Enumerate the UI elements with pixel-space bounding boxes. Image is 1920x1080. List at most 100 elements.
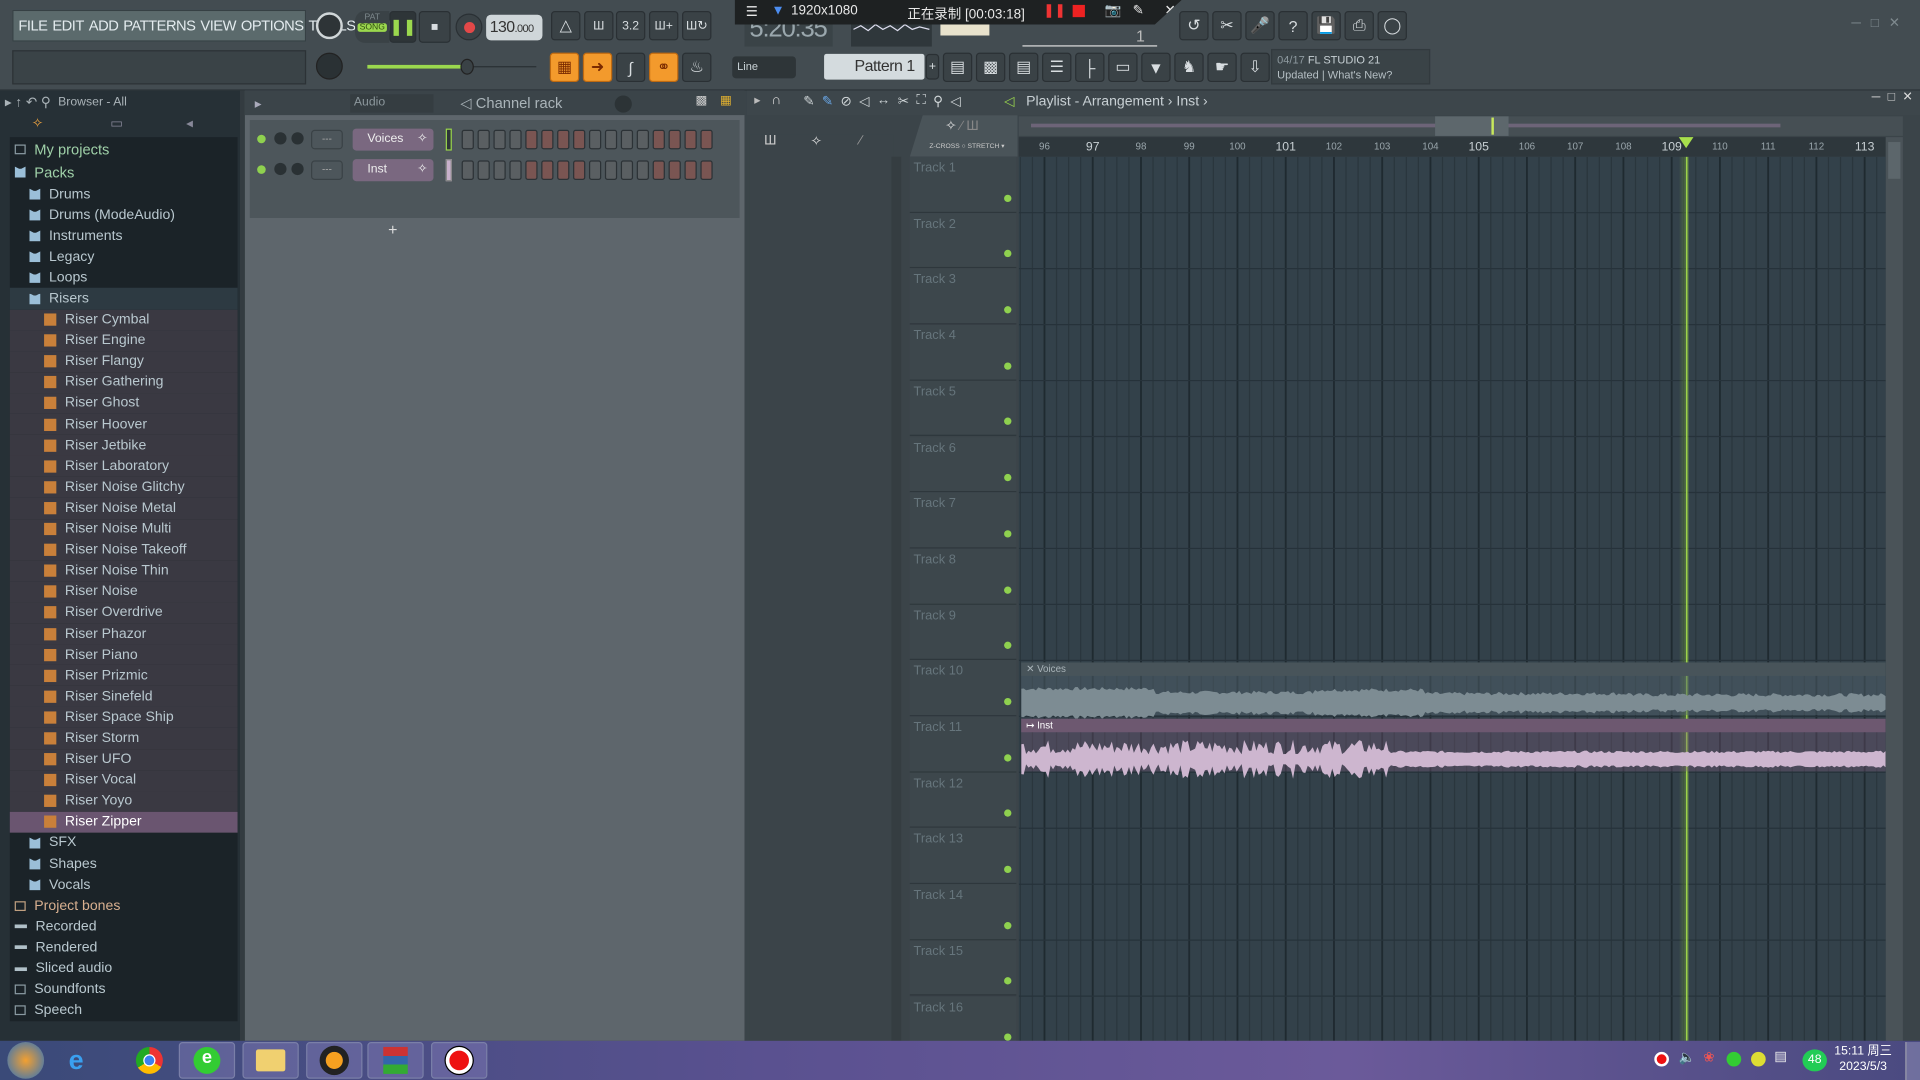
step-button[interactable] <box>525 129 538 150</box>
track-header[interactable]: Track 3 <box>909 268 1017 325</box>
select-tool-icon[interactable]: ⛶ <box>916 93 925 109</box>
track-header[interactable]: Track 13 <box>909 828 1017 885</box>
menu-add[interactable]: ADD <box>89 17 119 34</box>
browser-item[interactable]: Riser Noise Takeoff <box>9 539 238 561</box>
step-view-icon[interactable]: ▦ <box>720 94 732 107</box>
step-button[interactable] <box>604 160 618 181</box>
step-button[interactable] <box>636 129 649 150</box>
track-header[interactable]: Track 8 <box>909 548 1017 605</box>
typing-keyboard-icon[interactable]: ▦ <box>549 52 580 83</box>
browser-item[interactable]: Riser UFO <box>9 748 238 770</box>
chat-icon[interactable]: ◯ <box>1377 11 1407 41</box>
menu-patterns[interactable]: PATTERNS <box>123 17 196 34</box>
browser-item[interactable]: Instruments <box>10 226 238 247</box>
step-button[interactable] <box>604 129 618 150</box>
step-button[interactable] <box>620 160 634 181</box>
track-mute-led[interactable] <box>1004 865 1012 874</box>
step-button[interactable] <box>588 160 602 181</box>
undo-icon[interactable]: ↺ <box>1179 11 1209 41</box>
track-mute-led[interactable] <box>1004 530 1012 538</box>
knob-icon[interactable]: ♨ <box>682 52 712 83</box>
vertical-scrollbar[interactable] <box>1885 137 1903 1041</box>
taskbar-explorer[interactable] <box>242 1042 299 1079</box>
help-icon[interactable]: ? <box>1278 11 1308 41</box>
clip-voices[interactable]: ✕ Voices <box>1021 662 1886 720</box>
magnet-icon[interactable]: ∩ <box>771 93 781 108</box>
tray-badge[interactable]: 48 <box>1802 1049 1827 1072</box>
step-edit-icon[interactable]: Ш+ <box>648 11 679 41</box>
step-button[interactable] <box>557 160 570 181</box>
channel-rack-icon[interactable]: ▤ <box>1008 52 1039 83</box>
up-arrow-icon[interactable]: ▸ ↑ ↶ ⚲ <box>5 94 51 110</box>
playlist-window-controls[interactable]: ─□✕ <box>1872 91 1920 104</box>
playback-tool-icon[interactable]: ◁ <box>950 93 960 109</box>
step-button[interactable] <box>477 129 490 150</box>
start-button[interactable] <box>7 1042 45 1079</box>
browser-icon[interactable]: ├ <box>1075 52 1105 83</box>
step-button[interactable] <box>652 160 665 181</box>
step-button[interactable] <box>477 160 490 181</box>
menu-edit[interactable]: EDIT <box>52 17 84 34</box>
document-icon[interactable]: ▭ <box>110 115 123 131</box>
browser-item[interactable]: Riser Overdrive <box>9 602 238 624</box>
track-mute-led[interactable] <box>1004 250 1012 258</box>
channel-volume-knob[interactable] <box>291 162 304 176</box>
piano-roll-icon[interactable]: ▩ <box>975 52 1006 83</box>
project-icon[interactable]: ▭ <box>1108 52 1138 83</box>
pattern-selector[interactable]: Pattern 1 <box>824 53 925 80</box>
browser-item[interactable]: Risers <box>9 288 238 310</box>
browser-item[interactable]: Drums (ModeAudio) <box>10 205 238 226</box>
step-button[interactable] <box>493 160 506 181</box>
channel-filter-select[interactable]: Audio <box>350 94 434 113</box>
browser-item[interactable]: My projects <box>10 137 238 160</box>
channel-button-inst[interactable]: Inst ✧ <box>352 159 434 182</box>
browser-item[interactable]: Rendered <box>10 937 238 958</box>
track-mute-led[interactable] <box>1004 474 1012 482</box>
track-mute-led[interactable] <box>1004 809 1012 818</box>
rack-menu-arrow-icon[interactable]: ▸ <box>255 96 262 112</box>
touch-icon[interactable]: ☛ <box>1207 52 1237 83</box>
taskbar-browser-app[interactable]: e <box>178 1042 236 1079</box>
clip-inst[interactable]: ↦ Inst <box>1021 718 1886 779</box>
pause-recording-icon[interactable]: ❚❚ <box>1043 2 1066 19</box>
ie-icon[interactable]: e <box>69 1044 84 1076</box>
browser-item[interactable]: Legacy <box>10 246 238 267</box>
track-mute-led[interactable] <box>1004 194 1012 202</box>
track-header[interactable]: Track 11 <box>909 716 1017 773</box>
performance-icon[interactable]: ♞ <box>1174 52 1204 83</box>
browser-item[interactable]: Speech <box>10 1000 238 1021</box>
channel-select-indicator[interactable] <box>445 159 452 182</box>
browser-item[interactable]: Riser Piano <box>9 644 238 666</box>
network-icon[interactable]: ▤ <box>1774 1048 1787 1064</box>
browser-item[interactable]: Packs <box>10 160 238 183</box>
step-button[interactable] <box>684 160 697 181</box>
taskbar-winrar[interactable] <box>367 1042 424 1079</box>
master-volume-knob[interactable] <box>315 12 343 40</box>
wait-for-input-icon[interactable]: Ш <box>584 11 614 41</box>
channel-mute-led[interactable] <box>257 165 266 174</box>
step-button[interactable] <box>684 129 697 150</box>
track-mute-led[interactable] <box>1004 697 1012 706</box>
playlist-grid[interactable]: ✕ Voices ↦ Inst <box>1018 156 1886 1041</box>
graph-icon[interactable]: ▩ <box>696 94 708 107</box>
countdown-icon[interactable]: 3.2 <box>615 11 646 41</box>
browser-item[interactable]: Riser Gathering <box>9 372 238 393</box>
tray-record-icon[interactable] <box>1654 1051 1669 1067</box>
browser-item[interactable]: Riser Noise Multi <box>9 518 238 540</box>
track-mute-led[interactable] <box>1004 641 1012 650</box>
browser-item[interactable]: Sliced audio <box>10 958 238 979</box>
step-button[interactable] <box>541 129 554 150</box>
step-button[interactable] <box>509 129 522 150</box>
pause-button[interactable]: ❚❚ <box>389 11 417 43</box>
browser-item[interactable]: Riser Flangy <box>9 351 238 373</box>
delete-tool-icon[interactable]: ⊘ <box>841 93 852 109</box>
browser-item[interactable]: Loops <box>10 267 238 288</box>
step-button[interactable] <box>652 129 665 150</box>
audio-clip-icon[interactable]: ✧ <box>811 133 822 150</box>
track-header[interactable]: Track 9 <box>909 604 1017 661</box>
browser-item[interactable]: Recorded <box>10 916 238 937</box>
track-header[interactable]: Track 2 <box>909 212 1017 269</box>
taskbar-recorder[interactable] <box>431 1042 488 1079</box>
channel-button-voices[interactable]: Voices ✧ <box>352 128 434 151</box>
channel-select-indicator[interactable] <box>445 128 452 151</box>
